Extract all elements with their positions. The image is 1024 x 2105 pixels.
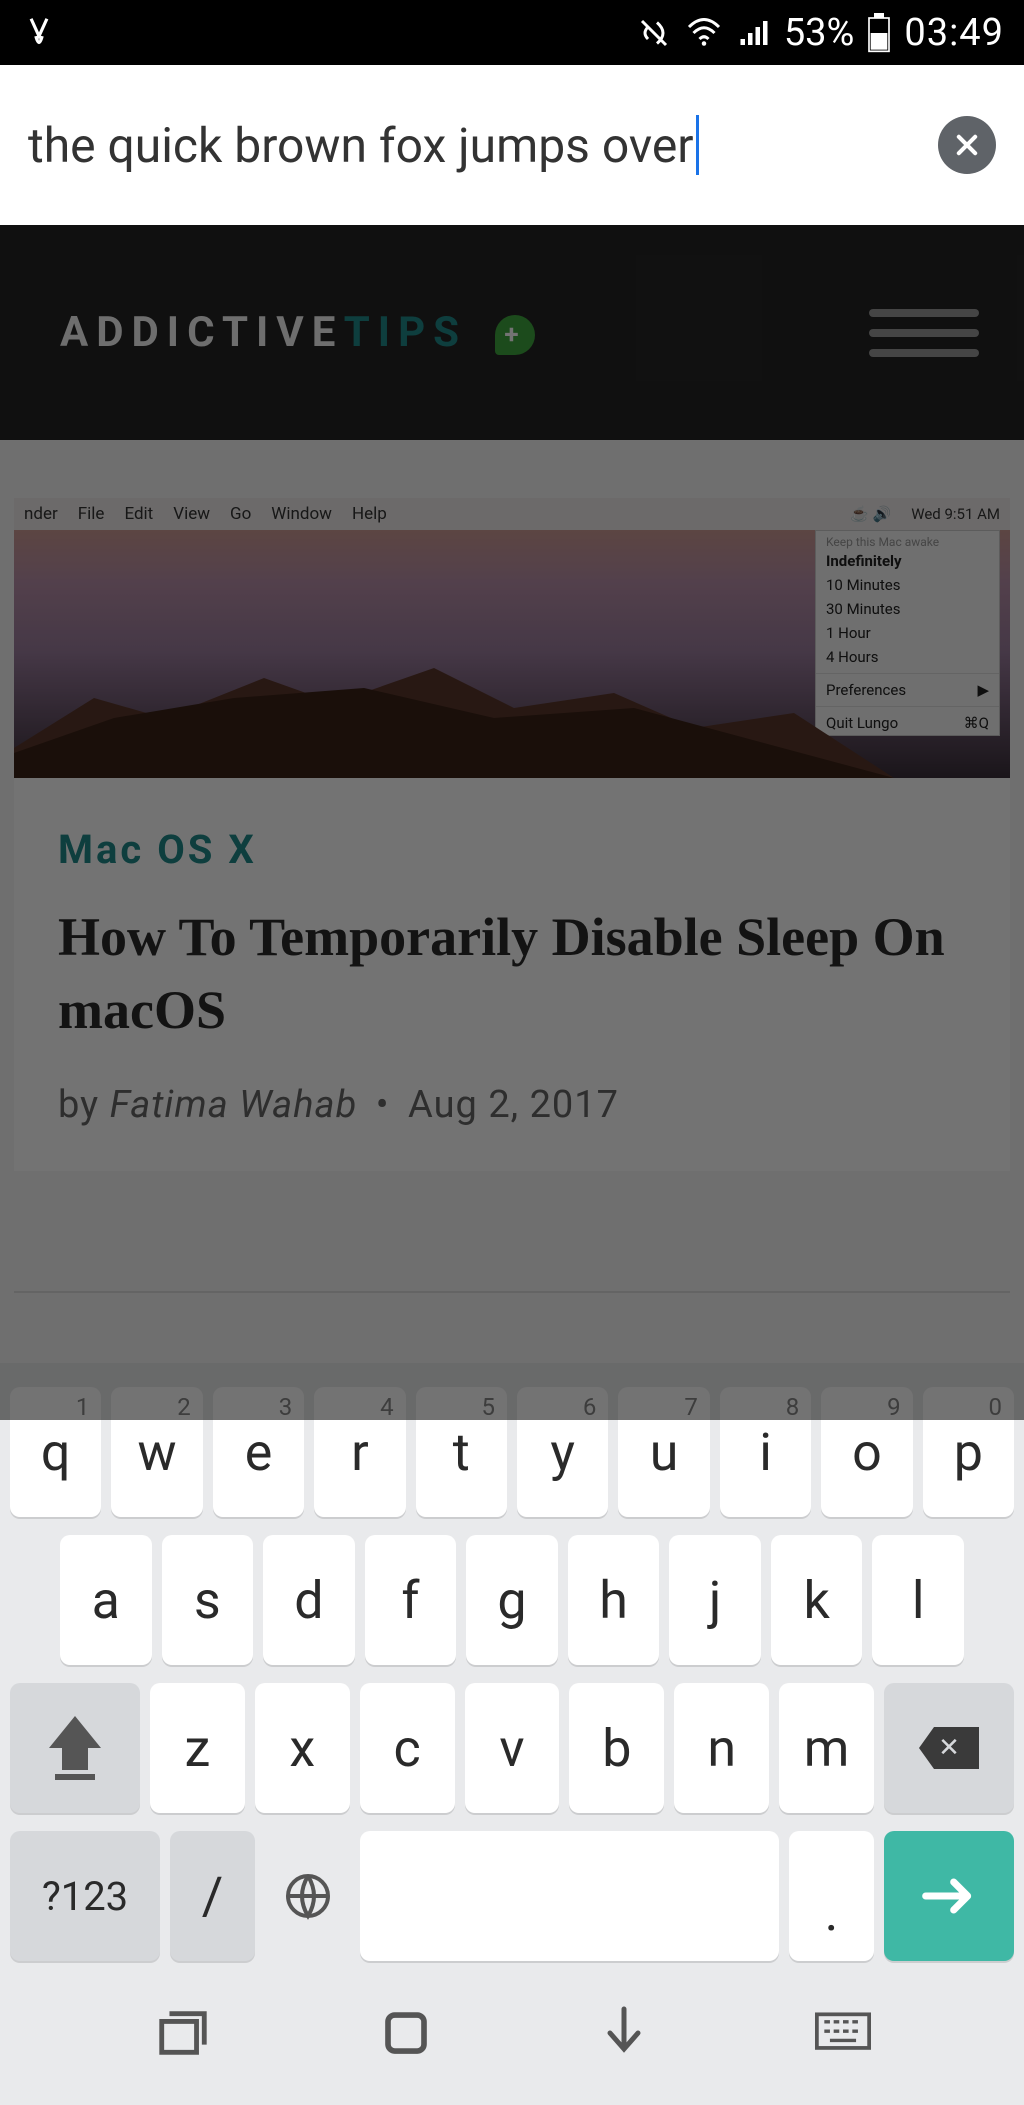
app-icon: [20, 14, 58, 52]
key-j[interactable]: j: [669, 1535, 761, 1665]
status-left: [20, 14, 58, 52]
back-button: [600, 2005, 648, 2061]
keyboard-hide-button[interactable]: [815, 2011, 871, 2055]
shift-arrow-icon: [49, 1716, 101, 1748]
keyboard-row-4: ?123 / .: [10, 1831, 1014, 1961]
backspace-key[interactable]: ✕: [884, 1683, 1014, 1813]
keyboard-row-2: asdfghjkl: [10, 1535, 1014, 1665]
status-bar: 53% 03:49: [0, 0, 1024, 65]
backspace-icon: ✕: [919, 1727, 979, 1769]
shift-key[interactable]: [10, 1683, 140, 1813]
key-f[interactable]: f: [365, 1535, 457, 1665]
url-text: the quick brown fox jumps over: [28, 117, 694, 174]
battery-icon: [866, 13, 892, 53]
status-right: 53% 03:49: [636, 11, 1004, 55]
signal-icon: [736, 15, 772, 51]
system-nav-bar: [10, 1971, 1014, 2091]
url-input[interactable]: the quick brown fox jumps over: [28, 110, 918, 180]
soft-keyboard: 1q2w3e4r5t6y7u8i9o0p asdfghjkl zxcvbnm ✕…: [0, 1363, 1024, 2105]
key-a[interactable]: a: [60, 1535, 152, 1665]
language-key[interactable]: [265, 1831, 350, 1961]
enter-key[interactable]: [884, 1831, 1014, 1961]
slash-key[interactable]: /: [170, 1831, 255, 1961]
text-cursor: [696, 115, 699, 175]
key-x[interactable]: x: [255, 1683, 350, 1813]
key-k[interactable]: k: [771, 1535, 863, 1665]
key-b[interactable]: b: [569, 1683, 664, 1813]
clear-button[interactable]: [938, 116, 996, 174]
vibrate-icon: [636, 15, 672, 51]
key-g[interactable]: g: [466, 1535, 558, 1665]
keyboard-row-3: zxcvbnm ✕: [10, 1683, 1014, 1813]
url-bar[interactable]: the quick brown fox jumps over: [0, 65, 1024, 225]
key-l[interactable]: l: [872, 1535, 964, 1665]
space-key[interactable]: [360, 1831, 779, 1961]
webpage-content: ADDICTIVETIPS + nder File Edit View Go W…: [0, 225, 1024, 1420]
key-n[interactable]: n: [674, 1683, 769, 1813]
key-c[interactable]: c: [360, 1683, 455, 1813]
key-s[interactable]: s: [162, 1535, 254, 1665]
dim-overlay[interactable]: [0, 225, 1024, 1420]
wifi-icon: [684, 15, 724, 51]
period-key[interactable]: .: [789, 1831, 874, 1961]
symbols-key[interactable]: ?123: [10, 1831, 160, 1961]
status-time: 03:49: [904, 11, 1004, 55]
close-icon: [953, 131, 981, 159]
key-d[interactable]: d: [263, 1535, 355, 1665]
globe-icon: [284, 1872, 332, 1920]
home-button[interactable]: [379, 2006, 433, 2060]
key-z[interactable]: z: [150, 1683, 245, 1813]
recent-apps-button[interactable]: [154, 2009, 212, 2057]
arrow-right-icon: [921, 1876, 977, 1916]
key-h[interactable]: h: [568, 1535, 660, 1665]
key-v[interactable]: v: [465, 1683, 560, 1813]
battery-percent: 53%: [784, 11, 855, 55]
key-m[interactable]: m: [779, 1683, 874, 1813]
